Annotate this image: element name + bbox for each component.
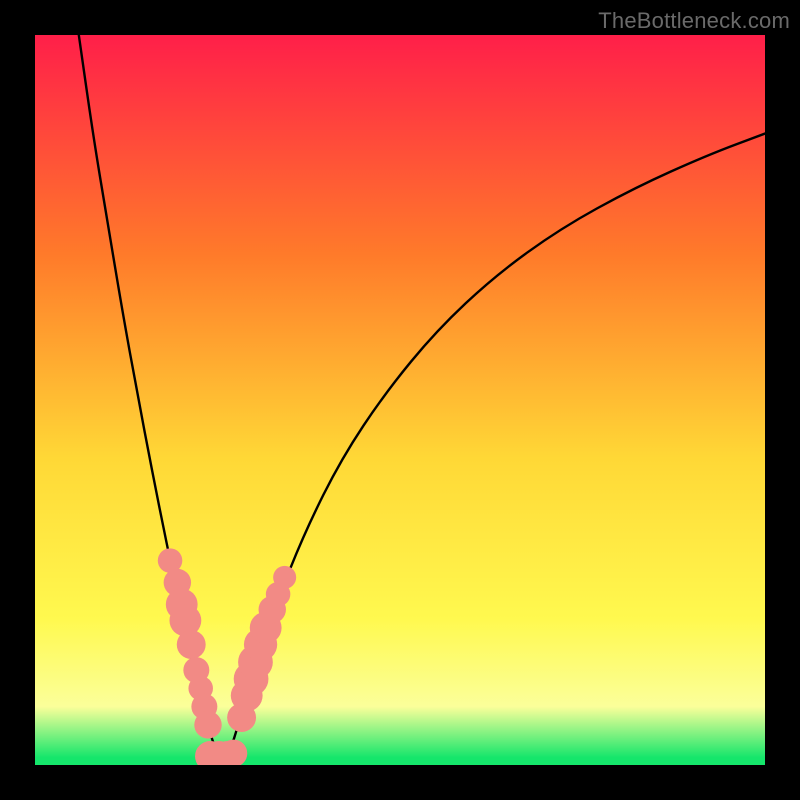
marker-dot [273, 566, 296, 589]
watermark-text: TheBottleneck.com [598, 8, 790, 34]
plot-background [35, 35, 765, 765]
marker-dot [177, 630, 206, 659]
plot-svg [35, 35, 765, 765]
outer-frame: TheBottleneck.com [0, 0, 800, 800]
marker-dot [194, 711, 221, 738]
